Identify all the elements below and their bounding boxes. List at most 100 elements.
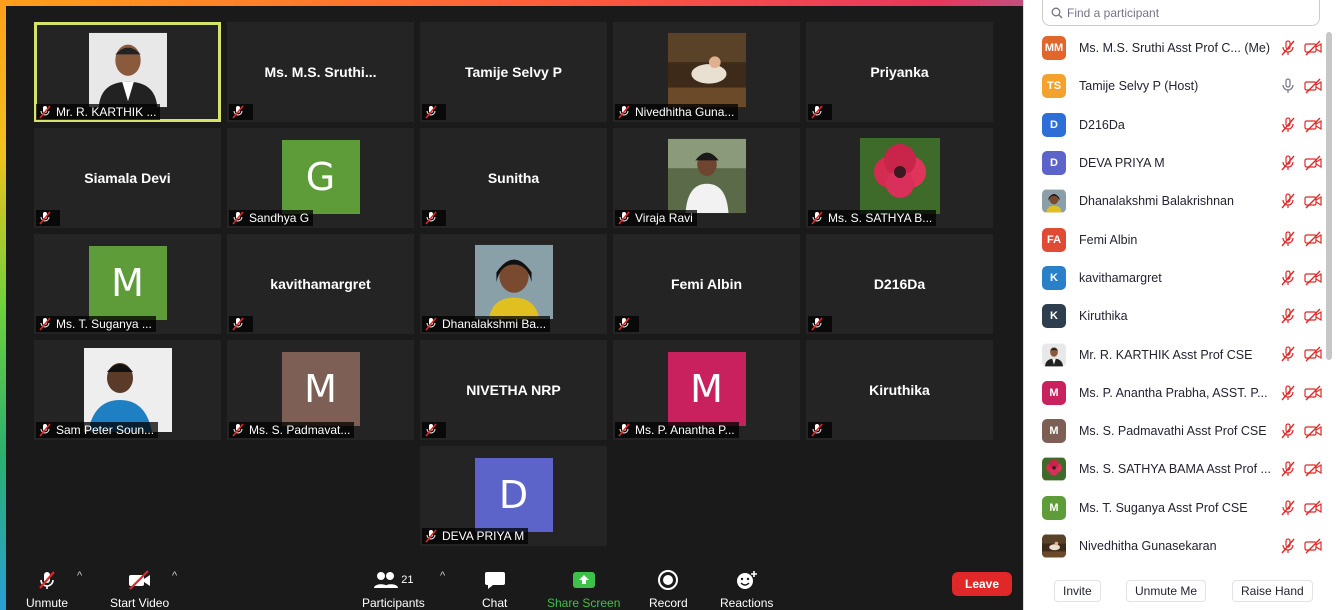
meeting-toolbar: Unmute ^ Start Video ^ 21 Participants ^… (6, 560, 1023, 610)
unmute-label: Unmute (26, 596, 69, 610)
leave-button[interactable]: Leave (952, 572, 1012, 596)
muted-mic-icon[interactable] (1280, 346, 1296, 362)
video-tile[interactable]: Tamije Selvy P (420, 22, 607, 122)
video-tile[interactable]: Ms. M.S. Sruthi... (227, 22, 414, 122)
invite-button[interactable]: Invite (1054, 580, 1101, 602)
video-tile[interactable]: Dhanalakshmi Ba... (420, 234, 607, 334)
video-tile[interactable]: Priyanka (806, 22, 993, 122)
participant-avatar: TS (1042, 74, 1066, 99)
participant-row[interactable]: M Ms. S. Padmavathi Asst Prof CSE (1042, 412, 1322, 450)
video-tile[interactable]: Mr. R. KARTHIK ... (34, 22, 221, 122)
muted-mic-icon[interactable] (1280, 385, 1296, 401)
participant-row[interactable]: MM Ms. M.S. Sruthi Asst Prof C... (Me) (1042, 29, 1322, 67)
video-tile[interactable]: Nivedhitha Guna... (613, 22, 800, 122)
muted-mic-icon[interactable] (1280, 231, 1296, 247)
chat-button[interactable]: Chat (482, 568, 507, 610)
participant-list-scrollbar[interactable] (1326, 32, 1332, 360)
video-tile[interactable]: NIVETHA NRP (420, 340, 607, 440)
unmute-me-button[interactable]: Unmute Me (1126, 580, 1207, 602)
chat-icon (484, 568, 506, 592)
participant-label-text: Ms. S. Padmavat... (249, 423, 351, 437)
participant-name-label (422, 104, 446, 120)
video-tile[interactable]: Viraja Ravi (613, 128, 800, 228)
participant-row[interactable]: TS Tamije Selvy P (Host) (1042, 67, 1322, 105)
participant-label-text: Nivedhitha Guna... (635, 105, 735, 119)
participant-row[interactable]: Nivedhitha Gunasekaran (1042, 527, 1322, 565)
participants-button[interactable]: 21 Participants (362, 568, 425, 610)
muted-mic-icon (39, 423, 51, 437)
muted-mic-icon[interactable] (1280, 308, 1296, 324)
participant-name-label: Ms. T. Suganya ... (36, 316, 156, 332)
participants-options-caret[interactable]: ^ (440, 570, 445, 582)
participant-name: Ms. S. SATHYA BAMA Asst Prof ... (1079, 462, 1271, 477)
participant-row[interactable]: Ms. S. SATHYA BAMA Asst Prof ... (1042, 450, 1322, 488)
share-screen-button[interactable]: Share Screen (547, 568, 620, 610)
mic-icon[interactable] (1280, 78, 1296, 94)
participant-row[interactable]: Dhanalakshmi Balakrishnan (1042, 182, 1322, 220)
participant-name: Ms. T. Suganya Asst Prof CSE (1079, 500, 1248, 515)
video-tile[interactable]: kavithamargret (227, 234, 414, 334)
video-tile[interactable]: D DEVA PRIYA M (420, 446, 607, 546)
video-tile[interactable]: Sunitha (420, 128, 607, 228)
muted-mic-icon (811, 317, 823, 331)
muted-mic-icon[interactable] (1280, 155, 1296, 171)
participant-name: Kiruthika (1079, 309, 1128, 324)
empty-grid-slot (227, 446, 414, 546)
record-label: Record (649, 596, 688, 610)
video-gallery: Mr. R. KARTHIK ... Ms. M.S. Sruthi... Tami… (6, 6, 1023, 610)
audio-options-caret[interactable]: ^ (77, 570, 82, 582)
participant-display-name: kavithamargret (270, 276, 371, 292)
participant-photo (88, 32, 167, 108)
video-tile[interactable]: M Ms. S. Padmavat... (227, 340, 414, 440)
participant-row[interactable]: K Kiruthika (1042, 297, 1322, 335)
video-off-icon (1304, 40, 1322, 56)
unmute-button[interactable]: Unmute (26, 568, 68, 610)
start-video-button[interactable]: Start Video (110, 568, 169, 610)
participant-name: Dhanalakshmi Balakrishnan (1079, 194, 1234, 209)
muted-mic-icon[interactable] (1280, 40, 1296, 56)
video-tile[interactable]: M Ms. T. Suganya ... (34, 234, 221, 334)
video-tile[interactable]: M Ms. P. Anantha P... (613, 340, 800, 440)
video-tile[interactable]: Ms. S. SATHYA B... (806, 128, 993, 228)
record-button[interactable]: Record (649, 568, 688, 610)
participant-row[interactable]: M Ms. P. Anantha Prabha, ASST. P... (1042, 374, 1322, 412)
participant-photo (83, 348, 172, 432)
participant-label-text: Sam Peter Soun... (56, 423, 155, 437)
muted-mic-icon[interactable] (1280, 499, 1296, 516)
video-tile[interactable]: D216Da (806, 234, 993, 334)
video-tile[interactable]: G Sandhya G (227, 128, 414, 228)
participant-row[interactable]: FA Femi Albin (1042, 220, 1322, 258)
participant-avatar: MM (1042, 36, 1066, 61)
muted-mic-icon[interactable] (1280, 538, 1296, 554)
video-off-icon (1304, 193, 1322, 209)
video-off-icon (1304, 270, 1322, 286)
video-tile[interactable]: Kiruthika (806, 340, 993, 440)
participant-row[interactable]: D DEVA PRIYA M (1042, 144, 1322, 182)
muted-mic-icon[interactable] (1280, 461, 1296, 477)
participant-label-text: Dhanalakshmi Ba... (442, 317, 547, 331)
video-options-caret[interactable]: ^ (172, 570, 177, 582)
empty-grid-slot (34, 446, 221, 546)
participant-row[interactable]: Kkavithamargret (1042, 259, 1322, 297)
participant-row[interactable]: Mr. R. KARTHIK Asst Prof CSE (1042, 335, 1322, 373)
video-tile[interactable]: Sam Peter Soun... (34, 340, 221, 440)
muted-mic-icon[interactable] (1280, 423, 1296, 439)
video-tile[interactable]: Femi Albin (613, 234, 800, 334)
participant-photo (474, 244, 553, 320)
participant-status-icons (1280, 78, 1322, 94)
muted-mic-icon[interactable] (1280, 270, 1296, 286)
muted-mic-icon[interactable] (1280, 193, 1296, 209)
muted-mic-icon (425, 529, 437, 543)
muted-mic-icon[interactable] (1280, 116, 1296, 133)
reactions-button[interactable]: Reactions (720, 568, 773, 610)
raise-hand-button[interactable]: Raise Hand (1232, 580, 1313, 602)
participant-row[interactable]: D D216Da (1042, 106, 1322, 144)
video-tile[interactable]: Siamala Devi (34, 128, 221, 228)
participants-panel: Find a participant MM Ms. M.S. Sruthi Ass… (1023, 0, 1341, 610)
participant-status-icons (1280, 385, 1322, 401)
participant-display-name: D216Da (873, 276, 926, 292)
participant-row[interactable]: M Ms. T. Suganya Asst Prof CSE (1042, 489, 1322, 527)
participant-display-name: Tamije Selvy P (464, 64, 562, 80)
search-participant-input[interactable]: Find a participant (1042, 0, 1320, 26)
muted-mic-icon (811, 423, 823, 437)
